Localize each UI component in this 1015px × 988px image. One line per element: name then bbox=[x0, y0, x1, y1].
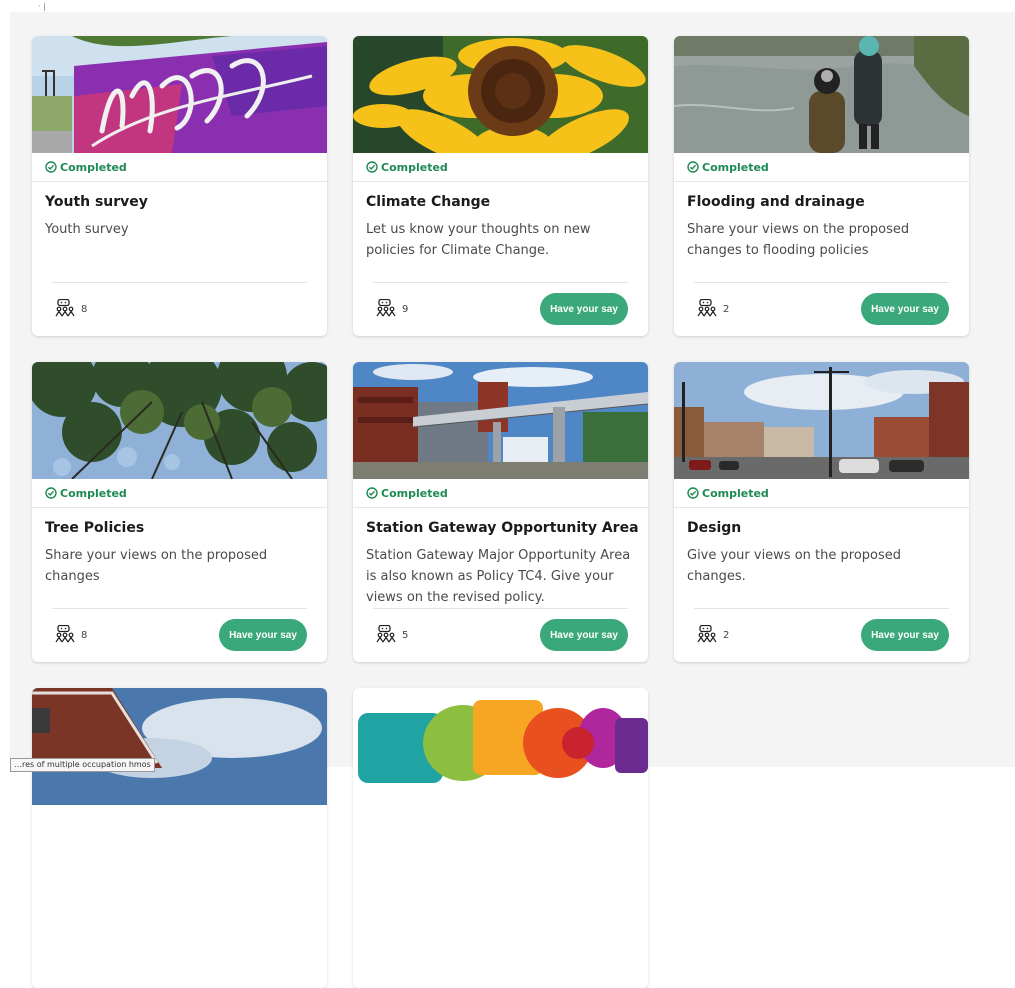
response-count: 8 bbox=[55, 298, 88, 320]
consultation-card-climate-change[interactable]: Completed Climate Change Let us know you… bbox=[353, 36, 648, 336]
consultation-card-tree-policies[interactable]: Completed Tree Policies Share your views… bbox=[32, 362, 327, 662]
top-mark: · | bbox=[38, 2, 46, 11]
response-count: 2 bbox=[697, 624, 730, 646]
consultation-card-station-gateway[interactable]: Completed Station Gateway Opportunity Ar… bbox=[353, 362, 648, 662]
count-value: 8 bbox=[81, 304, 88, 315]
status-badge: Completed bbox=[32, 153, 327, 182]
card-image-trees bbox=[32, 362, 327, 479]
status-label: Completed bbox=[702, 160, 769, 174]
have-your-say-button[interactable]: Have your say bbox=[540, 619, 628, 651]
card-title[interactable]: Climate Change bbox=[366, 194, 490, 210]
card-description: Youth survey bbox=[45, 222, 129, 237]
people-speech-icon bbox=[55, 298, 75, 320]
status-label: Completed bbox=[702, 486, 769, 500]
check-circle-icon bbox=[366, 487, 378, 499]
response-count: 9 bbox=[376, 298, 409, 320]
status-label: Completed bbox=[60, 160, 127, 174]
people-speech-icon bbox=[376, 624, 396, 646]
count-value: 8 bbox=[81, 630, 88, 641]
response-count: 5 bbox=[376, 624, 409, 646]
status-badge: Completed bbox=[353, 153, 648, 182]
divider bbox=[373, 608, 628, 609]
card-image-high-street bbox=[674, 362, 969, 479]
card-title[interactable]: Flooding and drainage bbox=[687, 194, 865, 210]
hover-tooltip: …res of multiple occupation hmos bbox=[10, 758, 155, 772]
card-description: Give your views on the proposed changes. bbox=[687, 548, 901, 584]
status-label: Completed bbox=[381, 160, 448, 174]
status-badge: Completed bbox=[674, 479, 969, 508]
card-image-graffiti bbox=[32, 36, 327, 153]
status-label: Completed bbox=[60, 486, 127, 500]
card-image-station bbox=[353, 362, 648, 479]
card-image-speech-bubbles bbox=[353, 688, 648, 805]
card-image-sunflower bbox=[353, 36, 648, 153]
count-value: 5 bbox=[402, 630, 409, 641]
have-your-say-button[interactable]: Have your say bbox=[219, 619, 307, 651]
have-your-say-button[interactable]: Have your say bbox=[861, 293, 949, 325]
consultation-card-partial-1[interactable] bbox=[32, 688, 327, 988]
card-title[interactable]: Station Gateway Opportunity Area bbox=[366, 520, 639, 536]
card-description: Share your views on the proposed changes bbox=[45, 548, 268, 584]
people-speech-icon bbox=[376, 298, 396, 320]
status-badge: Completed bbox=[32, 479, 327, 508]
card-description: Station Gateway Major Opportunity Area i… bbox=[366, 548, 631, 605]
check-circle-icon bbox=[45, 161, 57, 173]
divider bbox=[694, 608, 949, 609]
status-badge: Completed bbox=[353, 479, 648, 508]
check-circle-icon bbox=[45, 487, 57, 499]
card-title[interactable]: Youth survey bbox=[45, 194, 148, 210]
consultation-card-design[interactable]: Completed Design Give your views on the … bbox=[674, 362, 969, 662]
divider bbox=[52, 608, 307, 609]
people-speech-icon bbox=[697, 298, 717, 320]
divider bbox=[694, 282, 949, 283]
consultation-card-flooding-drainage[interactable]: Completed Flooding and drainage Share yo… bbox=[674, 36, 969, 336]
count-value: 9 bbox=[402, 304, 409, 315]
card-description: Let us know your thoughts on new policie… bbox=[366, 222, 591, 258]
check-circle-icon bbox=[687, 487, 699, 499]
consultation-card-partial-2[interactable] bbox=[353, 688, 648, 988]
divider bbox=[373, 282, 628, 283]
card-title[interactable]: Tree Policies bbox=[45, 520, 144, 536]
card-title[interactable]: Design bbox=[687, 520, 741, 536]
response-count: 2 bbox=[697, 298, 730, 320]
divider bbox=[52, 282, 307, 283]
people-speech-icon bbox=[55, 624, 75, 646]
count-value: 2 bbox=[723, 630, 730, 641]
have-your-say-button[interactable]: Have your say bbox=[540, 293, 628, 325]
people-speech-icon bbox=[697, 624, 717, 646]
card-description: Share your views on the proposed changes… bbox=[687, 222, 910, 258]
have-your-say-button[interactable]: Have your say bbox=[861, 619, 949, 651]
card-image-brick-building bbox=[32, 688, 327, 805]
consultation-card-youth-survey[interactable]: Completed Youth survey Youth survey 8 bbox=[32, 36, 327, 336]
response-count: 8 bbox=[55, 624, 88, 646]
check-circle-icon bbox=[366, 161, 378, 173]
status-label: Completed bbox=[381, 486, 448, 500]
check-circle-icon bbox=[687, 161, 699, 173]
card-image-flooding bbox=[674, 36, 969, 153]
count-value: 2 bbox=[723, 304, 730, 315]
status-badge: Completed bbox=[674, 153, 969, 182]
